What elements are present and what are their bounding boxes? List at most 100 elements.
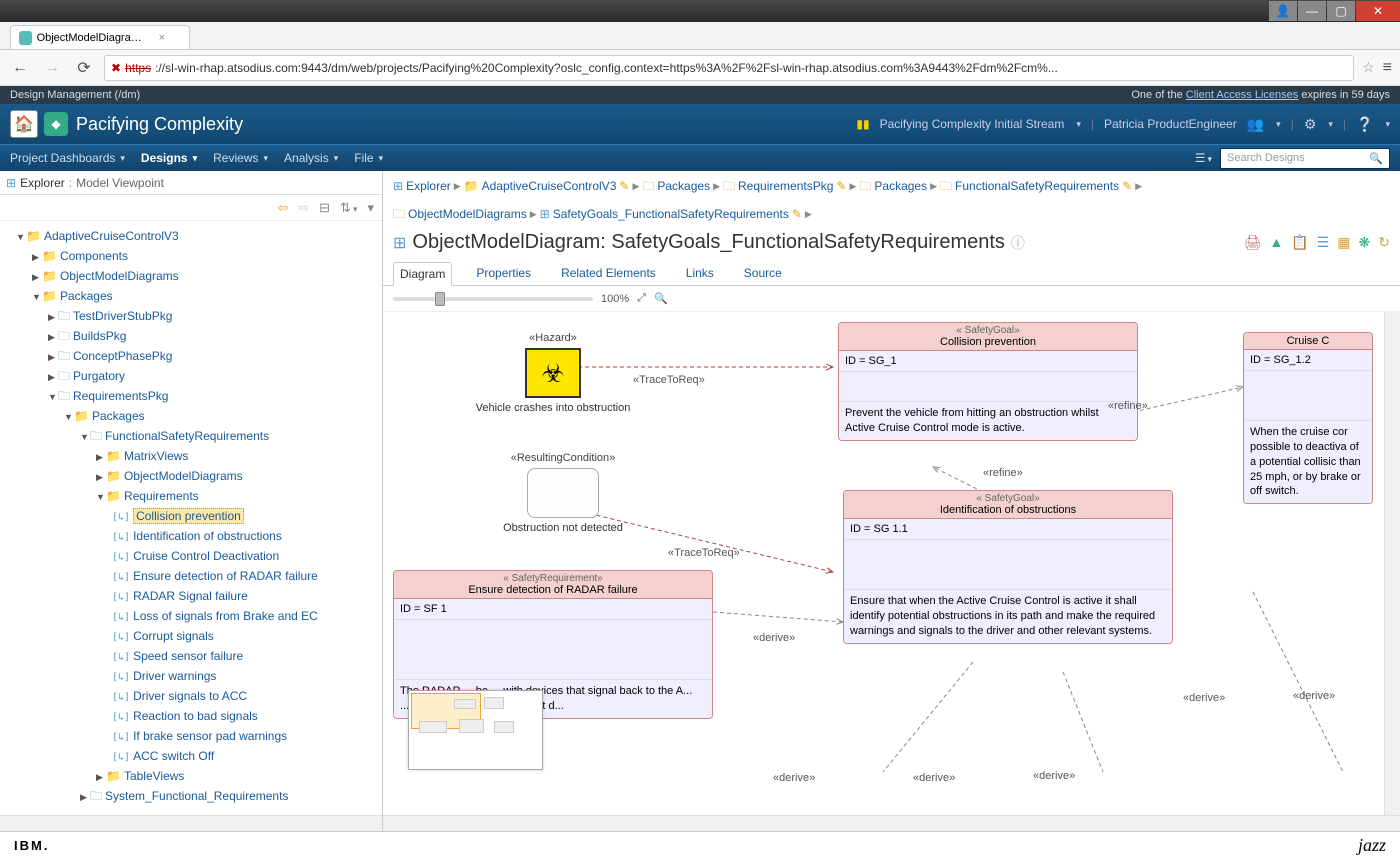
- tree-req-item[interactable]: [↳]Driver warnings: [4, 667, 378, 687]
- tree-omd2[interactable]: ▶📁ObjectModelDiagrams: [4, 467, 378, 487]
- list-icon[interactable]: ☰: [1317, 234, 1330, 251]
- tree-req-item[interactable]: [↳]Identification of obstructions: [4, 527, 378, 547]
- bookmark-icon[interactable]: ☆: [1362, 59, 1375, 76]
- refresh-icon[interactable]: ↻: [1378, 234, 1390, 251]
- safetygoal-collision[interactable]: « SafetyGoal»Collision prevention ID = S…: [838, 322, 1138, 441]
- chevron-down-icon[interactable]: ▾: [1076, 119, 1081, 130]
- help-icon[interactable]: ❔: [1356, 116, 1373, 133]
- menu-designs[interactable]: Designs▾: [141, 151, 197, 165]
- bc-item[interactable]: Explorer: [406, 175, 451, 197]
- condition-node[interactable]: «ResultingCondition» Obstruction not det…: [483, 452, 643, 534]
- tree-pkg-item[interactable]: ▶🗀Purgatory: [4, 367, 378, 387]
- tree-omd[interactable]: ▶📁ObjectModelDiagrams: [4, 267, 378, 287]
- nav-back-icon[interactable]: ⇦: [277, 200, 288, 216]
- mini-map[interactable]: [408, 690, 543, 770]
- nav-fwd-icon[interactable]: ⇨: [298, 200, 309, 216]
- slider-thumb[interactable]: [435, 292, 445, 306]
- collapse-icon[interactable]: ⊟: [319, 200, 330, 216]
- tab-diagram[interactable]: Diagram: [393, 262, 452, 286]
- browser-menu-icon[interactable]: ≡: [1383, 59, 1392, 77]
- stream-name[interactable]: Pacifying Complexity Initial Stream: [880, 117, 1065, 131]
- tree-req-item[interactable]: [↳]Loss of signals from Brake and EC: [4, 607, 378, 627]
- hazard-node[interactable]: «Hazard» ☣ Vehicle crashes into obstruct…: [473, 332, 633, 414]
- tree-req-item[interactable]: [↳]Speed sensor failure: [4, 647, 378, 667]
- safetygoal-cruise-deact[interactable]: Cruise C ID = SG_1.2 When the cruise cor…: [1243, 332, 1373, 504]
- tree-sfr[interactable]: ▶🗀System_Functional_Requirements: [4, 787, 378, 807]
- tab-properties[interactable]: Properties: [470, 262, 537, 285]
- chevron-down-icon[interactable]: ▾: [1276, 119, 1281, 130]
- username[interactable]: Patricia ProductEngineer: [1104, 117, 1237, 131]
- edit-icon[interactable]: ✎: [792, 203, 802, 225]
- sidebar-view-icon[interactable]: ⊞: [6, 176, 16, 190]
- bc-item[interactable]: RequirementsPkg: [738, 175, 833, 197]
- home-icon[interactable]: 🏠: [10, 110, 38, 138]
- tree-req-item[interactable]: [↳]Cruise Control Deactivation: [4, 547, 378, 567]
- user-titlebar-icon[interactable]: 👤: [1269, 1, 1297, 21]
- view-menu-icon[interactable]: ☰▾: [1195, 151, 1212, 165]
- url-bar[interactable]: ✖ https ://sl-win-rhap.atsodius.com:9443…: [104, 55, 1354, 81]
- edit-icon[interactable]: ✎: [1122, 175, 1132, 197]
- diagram-area[interactable]: «Hazard» ☣ Vehicle crashes into obstruct…: [383, 311, 1400, 831]
- minimize-button[interactable]: —: [1298, 1, 1326, 21]
- zoom-magnify-icon[interactable]: 🔍: [654, 292, 668, 305]
- tree-pkg-item[interactable]: ▶🗀ConceptPhasePkg: [4, 347, 378, 367]
- maximize-button[interactable]: ▢: [1327, 1, 1355, 21]
- properties-icon[interactable]: ▦: [1337, 234, 1350, 251]
- search-icon[interactable]: 🔍: [1369, 152, 1383, 165]
- copy-icon[interactable]: 📋: [1291, 234, 1308, 251]
- tree-req-item[interactable]: [↳]RADAR Signal failure: [4, 587, 378, 607]
- zoom-fit-icon[interactable]: ⤢: [637, 292, 646, 305]
- bc-item[interactable]: AdaptiveCruiseControlV3: [482, 175, 617, 197]
- link-icon[interactable]: ❋: [1359, 234, 1371, 251]
- tree-packages[interactable]: ▼📁Packages: [4, 287, 378, 307]
- horizontal-scrollbar[interactable]: [383, 815, 1400, 831]
- tree-req-item[interactable]: [↳]Ensure detection of RADAR failure: [4, 567, 378, 587]
- search-input[interactable]: Search Designs 🔍: [1220, 148, 1390, 169]
- zoom-slider[interactable]: [393, 297, 593, 301]
- browser-tab[interactable]: ObjectModelDiagram: Saf ×: [10, 25, 190, 49]
- tree-req-packages[interactable]: ▼📁Packages: [4, 407, 378, 427]
- back-button[interactable]: ←: [8, 56, 32, 80]
- tab-source[interactable]: Source: [738, 262, 788, 285]
- print-icon[interactable]: 🖨: [1244, 234, 1262, 251]
- sort-icon[interactable]: ⇅▾: [340, 200, 357, 216]
- menu-reviews[interactable]: Reviews▾: [213, 151, 268, 165]
- explorer-label[interactable]: Explorer: [20, 176, 65, 190]
- reload-button[interactable]: ⟳: [72, 56, 96, 80]
- chevron-down-icon[interactable]: ▾: [1328, 119, 1333, 130]
- triangle-icon[interactable]: ▲: [1269, 234, 1283, 251]
- info-icon[interactable]: ⓘ: [1011, 233, 1025, 253]
- menu-icon[interactable]: ▾: [367, 200, 374, 216]
- tree-requirements[interactable]: ▼📁Requirements: [4, 487, 378, 507]
- bc-item[interactable]: SafetyGoals_FunctionalSafetyRequirements: [553, 203, 789, 225]
- tree-root[interactable]: ▼📁AdaptiveCruiseControlV3: [4, 227, 378, 247]
- tree-req-item[interactable]: [↳]ACC switch Off: [4, 747, 378, 767]
- tree-req-item[interactable]: [↳]Corrupt signals: [4, 627, 378, 647]
- tree-req-item[interactable]: [↳]Reaction to bad signals: [4, 707, 378, 727]
- tree-tableviews[interactable]: ▶📁TableViews: [4, 767, 378, 787]
- menu-file[interactable]: File▾: [354, 151, 383, 165]
- tree-requirementspkg[interactable]: ▼🗀RequirementsPkg: [4, 387, 378, 407]
- license-link[interactable]: Client Access Licenses: [1186, 89, 1299, 101]
- tree-components[interactable]: ▶📁Components: [4, 247, 378, 267]
- bc-item[interactable]: Packages: [657, 175, 710, 197]
- tree-fsr[interactable]: ▼🗀FunctionalSafetyRequirements: [4, 427, 378, 447]
- tree-matrixviews[interactable]: ▶📁MatrixViews: [4, 447, 378, 467]
- tree-pkg-item[interactable]: ▶🗀BuildsPkg: [4, 327, 378, 347]
- close-button[interactable]: ✕: [1356, 1, 1400, 21]
- edit-icon[interactable]: ✎: [619, 175, 629, 197]
- tree-req-item[interactable]: [↳]Collision prevention: [4, 507, 378, 527]
- tree-req-item[interactable]: [↳]If brake sensor pad warnings: [4, 727, 378, 747]
- tab-close-icon[interactable]: ×: [159, 32, 165, 44]
- tree-pkg-item[interactable]: ▶🗀TestDriverStubPkg: [4, 307, 378, 327]
- safetygoal-identification[interactable]: « SafetyGoal»Identification of obstructi…: [843, 490, 1173, 644]
- tab-related[interactable]: Related Elements: [555, 262, 662, 285]
- tab-links[interactable]: Links: [680, 262, 720, 285]
- sidebar-hscrollbar[interactable]: [0, 815, 382, 831]
- project-title[interactable]: Pacifying Complexity: [76, 114, 243, 135]
- vertical-scrollbar[interactable]: [1384, 312, 1400, 815]
- bc-item[interactable]: ObjectModelDiagrams: [408, 203, 527, 225]
- forward-button[interactable]: →: [40, 56, 64, 80]
- tree-req-item[interactable]: [↳]Driver signals to ACC: [4, 687, 378, 707]
- edit-icon[interactable]: ✎: [836, 175, 846, 197]
